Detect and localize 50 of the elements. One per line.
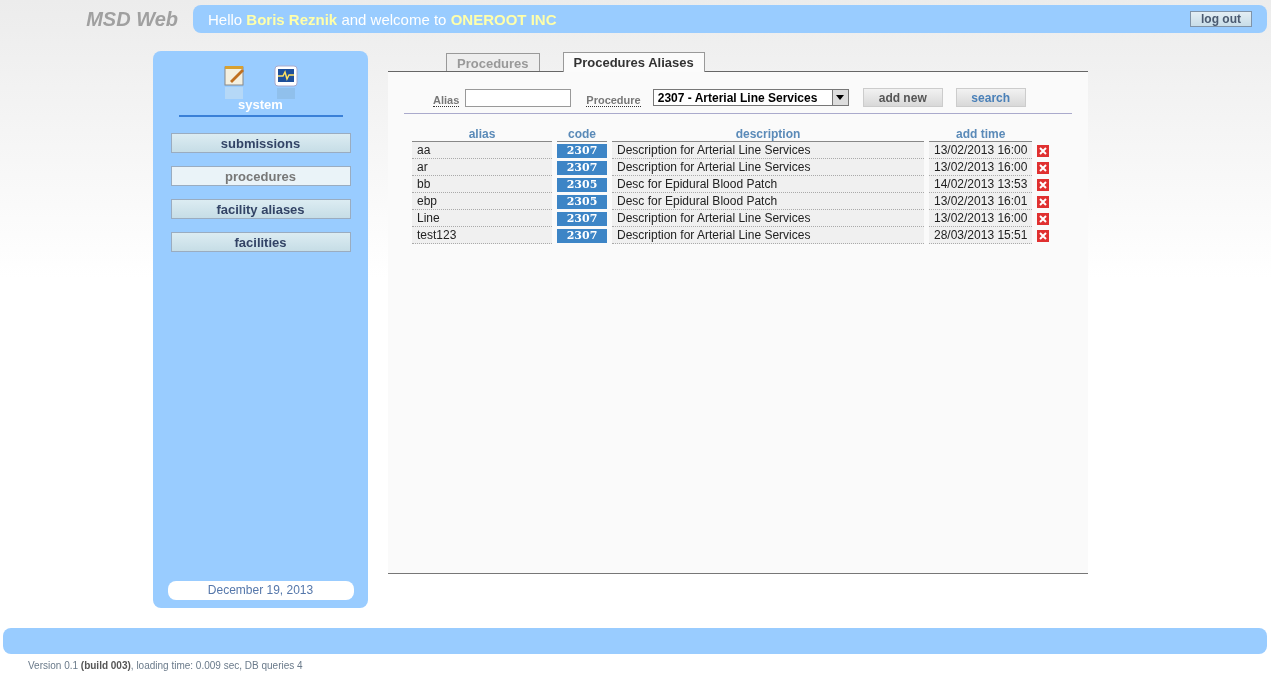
table-cell: Description for Arterial Line Services — [612, 227, 924, 244]
monitor-pulse-icon[interactable] — [273, 65, 298, 101]
sidebar-item[interactable]: facilities — [170, 232, 351, 252]
version-text: Version 0.1 (build 003), loading time: 0.009 sec, DB queries 4 — [28, 660, 304, 671]
code-badge: 2307 — [557, 160, 607, 175]
delete-icon[interactable] — [1037, 195, 1050, 208]
table-cell: 13/02/2013 16:01 — [929, 193, 1033, 210]
tab[interactable]: Procedures Aliases — [562, 52, 705, 72]
code-badge: 2305 — [557, 194, 607, 209]
table-cell: test123 — [412, 227, 552, 244]
table-cell: Description for Arterial Line Services — [612, 159, 924, 176]
section-title: system — [178, 97, 343, 117]
column-header: code — [557, 127, 607, 142]
caret-icon — [836, 95, 845, 100]
table-cell: Desc for Epidural Blood Patch — [612, 193, 924, 210]
add-new-button[interactable]: add new — [862, 88, 943, 107]
table-cell: bb — [412, 176, 552, 193]
alias-field[interactable] — [465, 88, 572, 107]
welcome-text: Hello Boris Reznik and welcome to ONEROOT INC — [208, 10, 557, 28]
table-cell: Description for Arterial Line Services — [612, 210, 924, 227]
table-cell: 13/02/2013 16:00 — [929, 142, 1033, 159]
table-cell: 28/03/2013 15:51 — [929, 227, 1033, 244]
delete-icon[interactable] — [1037, 212, 1050, 225]
table-cell: Desc for Epidural Blood Patch — [612, 176, 924, 193]
delete-icon[interactable] — [1037, 144, 1050, 157]
table-cell: ebp — [412, 193, 552, 210]
table-cell: 13/02/2013 16:00 — [929, 159, 1033, 176]
table-cell: Description for Arterial Line Services — [612, 142, 924, 159]
delete-icon[interactable] — [1037, 229, 1050, 242]
delete-icon[interactable] — [1037, 178, 1050, 191]
code-badge: 2307 — [557, 143, 607, 158]
table-cell: Line — [412, 210, 552, 227]
delete-icon[interactable] — [1037, 161, 1050, 174]
notepad-pencil-icon[interactable] — [223, 65, 246, 101]
table-cell: 14/02/2013 13:53 — [929, 176, 1033, 193]
date-label: December 19, 2013 — [167, 581, 354, 600]
sidebar-item[interactable]: procedures — [170, 166, 351, 186]
procedure-label: Procedure — [586, 94, 641, 107]
app-logo: MSD Web — [85, 7, 179, 31]
sidebar-item[interactable]: submissions — [170, 133, 351, 153]
table-cell: aa — [412, 142, 552, 159]
procedure-dropdown[interactable]: 2307 - Arterial Line Services — [652, 89, 849, 106]
code-badge: 2307 — [557, 228, 607, 243]
alias-label: Alias — [433, 94, 460, 107]
code-badge: 2307 — [557, 211, 607, 226]
table-cell: ar — [412, 159, 552, 176]
sidebar-item[interactable]: facility aliases — [170, 199, 351, 219]
code-badge: 2305 — [557, 177, 607, 192]
table-cell: 13/02/2013 16:00 — [929, 210, 1033, 227]
logout-button[interactable]: log out — [1190, 11, 1252, 27]
